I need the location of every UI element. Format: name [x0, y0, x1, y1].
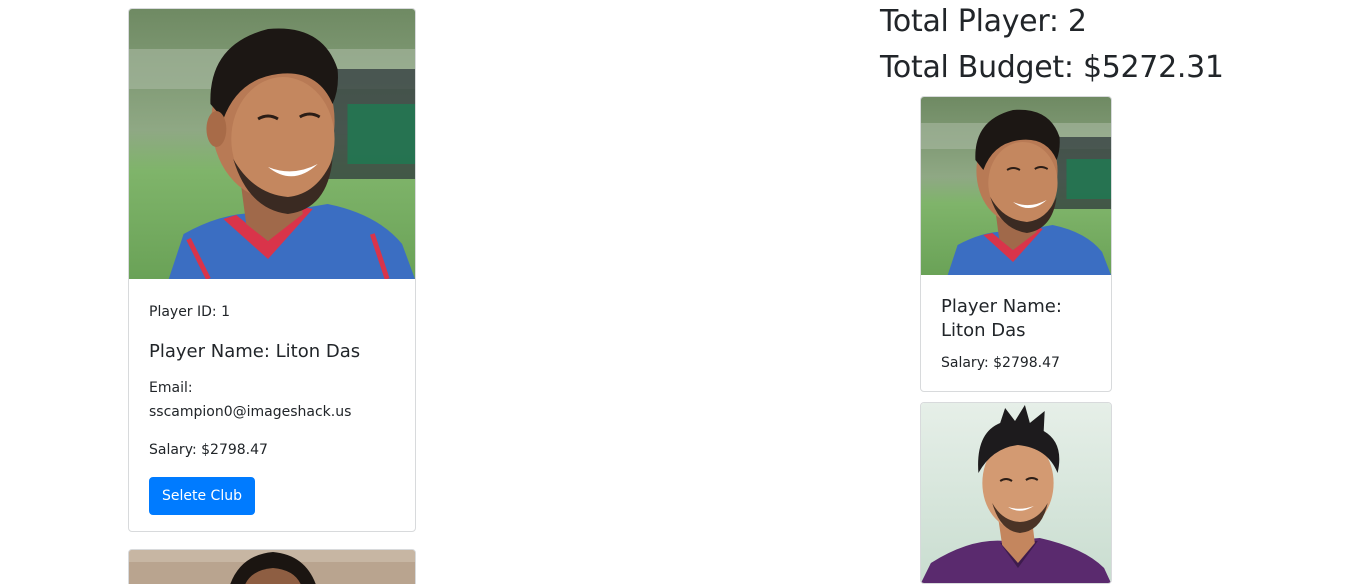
total-budget: Total Budget: $5272.31: [880, 50, 1224, 85]
player-photo: [129, 550, 415, 584]
selected-player-card: Player Name: Liton Das Salary: $2798.47: [920, 96, 1112, 392]
player-card: Player ID: 1 Player Name: Liton Das Emai…: [128, 8, 416, 532]
selected-player-photo: [921, 403, 1111, 583]
team-summary: Total Player: 2 Total Budget: $5272.31: [880, 0, 1320, 90]
selected-player-salary: Salary: $2798.47: [941, 355, 1060, 371]
player-card: [128, 549, 416, 584]
player-photo-image: [129, 9, 415, 279]
player-email: Email: sscampion0@imageshack.us: [149, 376, 395, 424]
player-name: Player Name: Liton Das: [149, 341, 361, 362]
page: Player ID: 1 Player Name: Liton Das Emai…: [0, 0, 1346, 584]
selected-player-photo-image: [921, 97, 1111, 275]
select-club-button[interactable]: Selete Club: [149, 477, 255, 515]
selected-player-body: Player Name: Liton Das Salary: $2798.47: [921, 275, 1111, 391]
player-list: Player ID: 1 Player Name: Liton Das Emai…: [128, 8, 416, 584]
email-value: sscampion0@imageshack.us: [149, 404, 352, 420]
selected-player-name-value: Liton Das: [941, 320, 1026, 341]
selected-player-photo: [921, 97, 1111, 275]
selected-player-name: Player Name: Liton Das: [941, 295, 1091, 343]
player-salary: Salary: $2798.47: [149, 442, 268, 458]
player-photo: [129, 9, 415, 279]
player-card-body: Player ID: 1 Player Name: Liton Das Emai…: [129, 279, 415, 531]
player-id: Player ID: 1: [149, 304, 230, 320]
selected-player-list: Player Name: Liton Das Salary: $2798.47: [920, 96, 1112, 584]
selected-player-card: [920, 402, 1112, 584]
total-player-count: Total Player: 2: [880, 4, 1087, 39]
player-photo-image: [129, 550, 415, 584]
selected-player-name-label: Player Name:: [941, 296, 1062, 317]
selected-player-photo-image: [921, 403, 1111, 583]
email-label: Email:: [149, 380, 193, 396]
